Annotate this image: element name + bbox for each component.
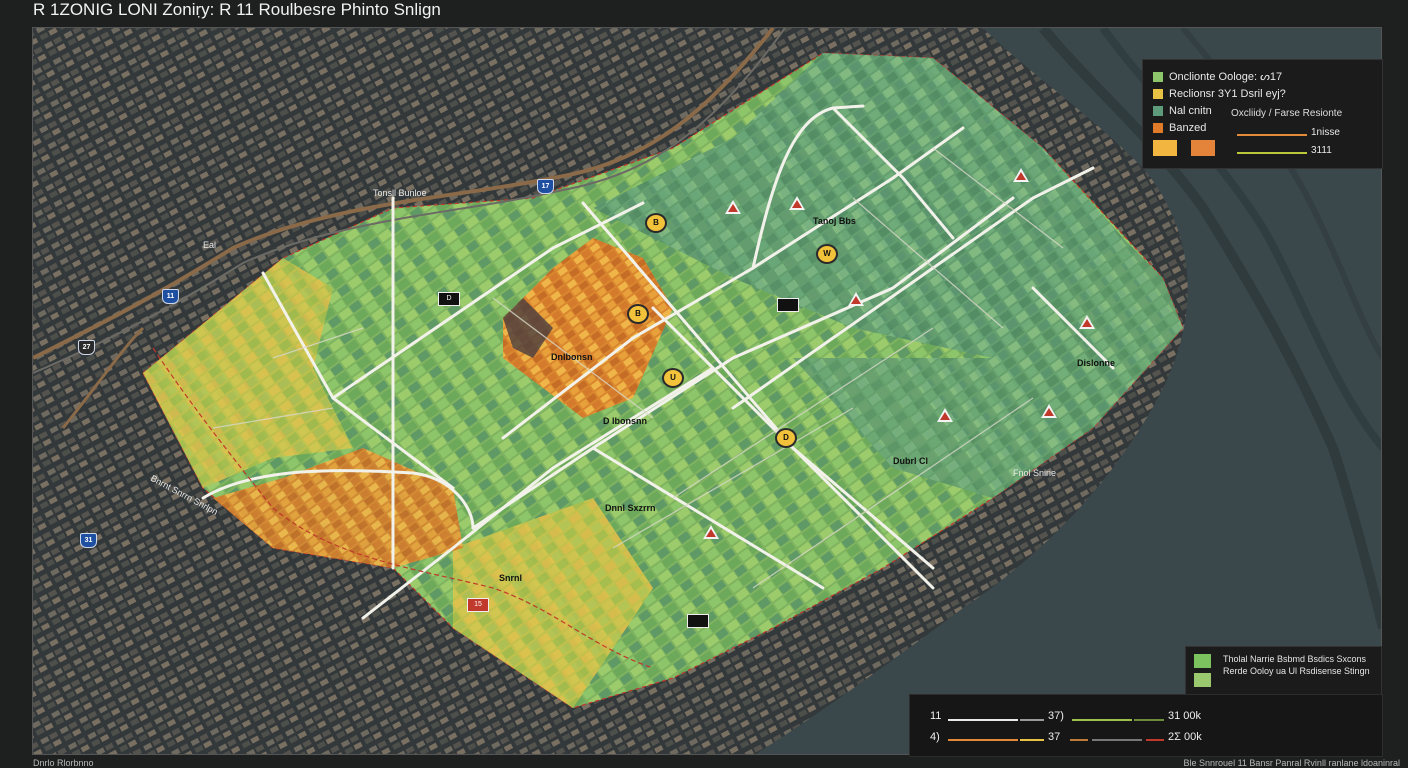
warning-icon[interactable] — [725, 200, 741, 214]
warning-icon[interactable] — [848, 292, 864, 306]
scale-line — [1134, 719, 1164, 721]
map-title: R 1ZONIG LONI Zoniṛy: R 11 Roulbesre Phi… — [33, 0, 441, 19]
zone-sign-icon[interactable]: 15 — [467, 598, 489, 612]
legend-label: Reclionsr 3Y1 Dsril eyj? — [1169, 88, 1286, 100]
warning-icon[interactable] — [937, 408, 953, 422]
highway-shield-icon: 11 — [162, 289, 179, 304]
legend-value: 1nisse — [1311, 127, 1340, 138]
scale-label: 37) — [1048, 710, 1064, 722]
scale-label: 11 — [930, 710, 942, 722]
scale-line — [948, 739, 1018, 741]
scale-line — [1020, 739, 1044, 741]
scale-label: 37 — [1048, 731, 1061, 743]
highway-shield-icon: 17 — [537, 179, 554, 194]
scale-line — [1092, 739, 1142, 741]
district-label: Dnlbonsn — [551, 352, 593, 362]
district-label: D lbonsnn — [603, 416, 647, 426]
legend-swatch — [1153, 140, 1177, 156]
legend-item: Reclionsr 3Y1 Dsril eyj? — [1153, 88, 1286, 100]
warning-icon[interactable] — [703, 525, 719, 539]
legend-swatch — [1194, 673, 1211, 687]
legend-text: Tholal Narrie Bsbmd Bsdics Sxcons Rerde … — [1223, 654, 1370, 676]
poi-marker-icon[interactable]: B — [645, 213, 667, 233]
warning-icon[interactable] — [1013, 168, 1029, 182]
zone-sign-icon[interactable]: D — [438, 292, 460, 306]
legend-note: Oxcliidy / Farse Resionte — [1231, 108, 1343, 119]
warning-icon[interactable] — [1079, 315, 1095, 329]
scale-label: 4) — [930, 731, 940, 743]
warning-icon[interactable] — [1041, 404, 1057, 418]
legend-item: Onclionte Oologe: ᔕ17 — [1153, 70, 1282, 83]
district-label: Dnnl Sxzrrn — [605, 503, 656, 513]
scale-line — [1020, 719, 1044, 721]
legend-swatch — [1153, 106, 1163, 116]
legend-label: Nal cnitn — [1169, 105, 1212, 117]
legend-swatch — [1191, 140, 1215, 156]
street-label: Tonsll Bunloe — [373, 188, 427, 198]
legend-item: Banzed — [1153, 122, 1206, 134]
legend-value: 3111 — [1311, 145, 1332, 156]
warning-icon[interactable] — [789, 196, 805, 210]
poi-marker-icon[interactable]: W — [816, 244, 838, 264]
scale-line — [1072, 719, 1132, 721]
legend-swatch — [1153, 123, 1163, 133]
footer-source: Dnrlo Rlorbnno — [33, 758, 94, 768]
river-label: Fnol Snine — [1013, 468, 1057, 478]
legend-line — [1237, 134, 1307, 136]
footer-credits: Ble Snnrouel 11 Bansr Panral Rvinll ranl… — [1183, 758, 1400, 768]
poi-marker-icon[interactable]: B — [627, 304, 649, 324]
highway-shield-icon: 27 — [78, 340, 95, 355]
legend-swatch — [1153, 71, 1163, 82]
district-label: Snrnl — [499, 573, 523, 583]
scale-line — [948, 719, 1018, 721]
scale-line — [1146, 739, 1164, 741]
district-label: Tanoj Bbs — [813, 216, 856, 226]
street-label: Eal — [203, 240, 217, 250]
map-legend: Onclionte Oologe: ᔕ17 Reclionsr 3Y1 Dsri… — [1142, 59, 1383, 169]
district-label: Dislonne — [1077, 358, 1116, 368]
scale-line — [1070, 739, 1088, 741]
legend-swatch — [1194, 654, 1211, 668]
legend-label: Banzed — [1169, 122, 1207, 134]
legend-item: Nal cnitn — [1153, 105, 1212, 117]
highway-shield-icon: 31 — [80, 533, 97, 548]
legend-swatch — [1153, 89, 1163, 99]
secondary-legend: Tholal Narrie Bsbmd Bsdics Sxcons Rerde … — [1185, 646, 1382, 696]
scale-label: 2Σ 00k — [1168, 731, 1202, 743]
poi-marker-icon[interactable]: D — [775, 428, 797, 448]
legend-line — [1237, 152, 1307, 154]
poi-marker-icon[interactable]: U — [662, 368, 684, 388]
scale-bar: 11 37) 31 00k 4) 37 2Σ 00k — [909, 694, 1383, 757]
legend-label: Onclionte Oologe: ᔕ17 — [1169, 71, 1283, 83]
zone-sign-icon[interactable] — [687, 614, 709, 628]
district-label: Dubrl Cl — [893, 456, 928, 466]
zone-sign-icon[interactable] — [777, 298, 799, 312]
scale-label: 31 00k — [1168, 710, 1202, 722]
